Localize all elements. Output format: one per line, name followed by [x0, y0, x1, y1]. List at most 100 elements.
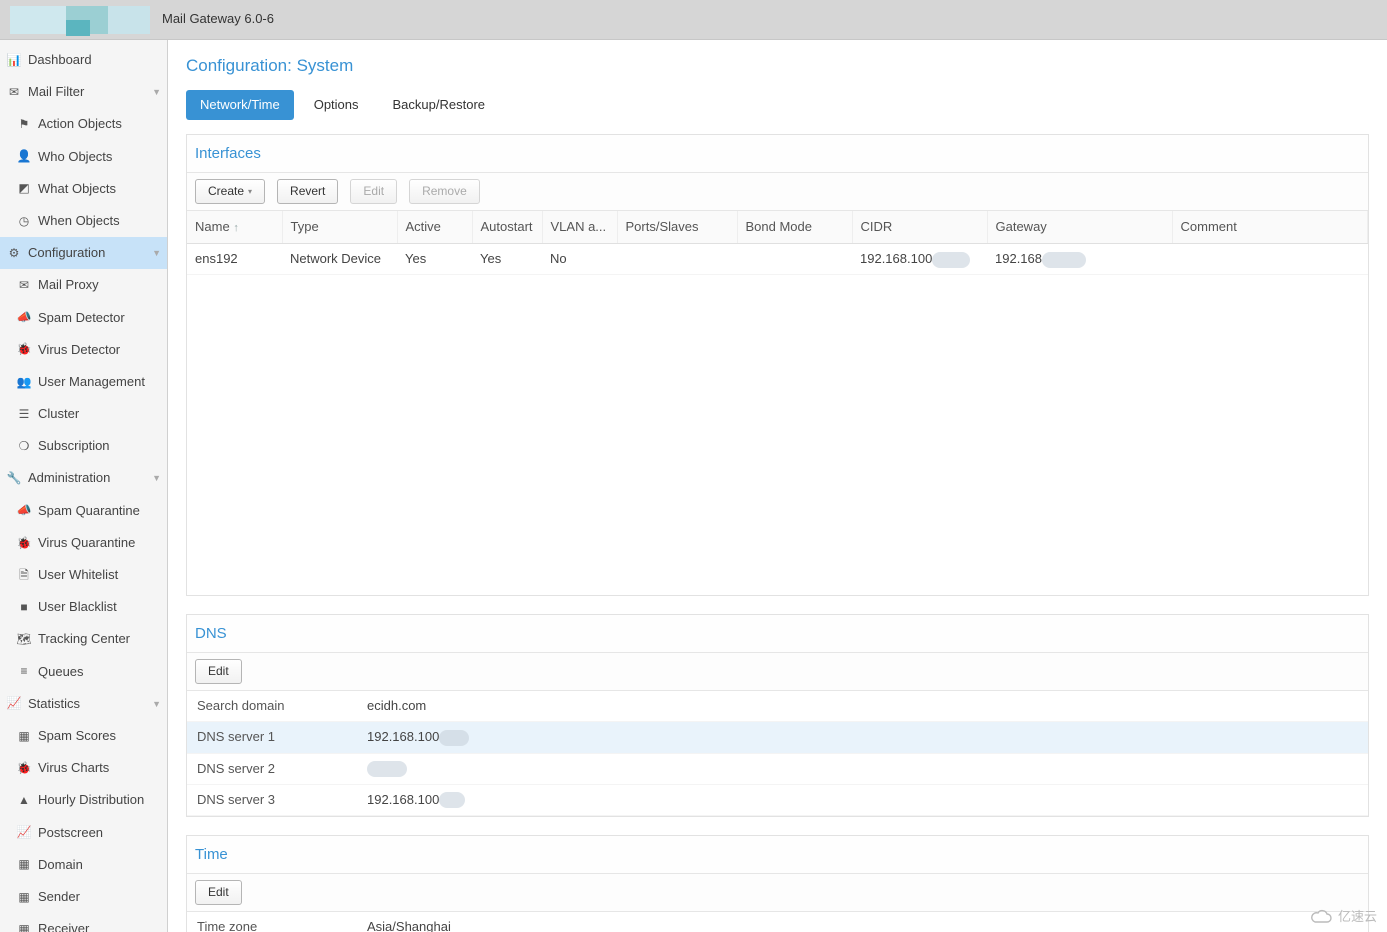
panel-title-time: Time	[187, 835, 1368, 873]
cell-gateway: 192.168	[987, 244, 1172, 275]
chart-icon: 📈	[6, 695, 22, 712]
support-icon: ❍	[16, 438, 32, 455]
panel-title-interfaces: Interfaces	[187, 134, 1368, 172]
col-type[interactable]: Type	[282, 211, 397, 244]
sidebar-item-subscription[interactable]: ❍Subscription	[0, 430, 167, 462]
tab-options[interactable]: Options	[300, 90, 373, 120]
sidebar-item-when-objects[interactable]: ◷When Objects	[0, 205, 167, 237]
tabs: Network/Time Options Backup/Restore	[186, 90, 1369, 120]
dns-row-server2[interactable]: DNS server 2	[187, 753, 1368, 784]
sidebar-item-who-objects[interactable]: 👤Who Objects	[0, 141, 167, 173]
sidebar-item-spam-detector[interactable]: 📣Spam Detector	[0, 302, 167, 334]
create-button[interactable]: Create▾	[195, 179, 265, 204]
col-autostart[interactable]: Autostart	[472, 211, 542, 244]
sidebar-item-domain[interactable]: ▦Domain	[0, 849, 167, 881]
tab-network-time[interactable]: Network/Time	[186, 90, 294, 120]
redacted	[439, 730, 469, 746]
time-toolbar: Edit	[187, 873, 1368, 912]
user-icon: 👤	[16, 148, 32, 165]
dns-table: Search domainecidh.com DNS server 1192.1…	[187, 691, 1368, 816]
gear-icon: ⚙	[6, 245, 22, 262]
table-row[interactable]: ens192 Network Device Yes Yes No 192.168…	[187, 244, 1368, 275]
col-vlan[interactable]: VLAN a...	[542, 211, 617, 244]
cube-icon: ◩	[16, 180, 32, 197]
area-chart-icon: ▲	[16, 792, 32, 809]
sidebar-item-hourly-distribution[interactable]: ▲Hourly Distribution	[0, 784, 167, 816]
redacted	[1042, 252, 1086, 268]
redacted	[439, 792, 465, 808]
sidebar-item-virus-quarantine[interactable]: 🐞Virus Quarantine	[0, 527, 167, 559]
cell-bond	[737, 244, 852, 275]
remove-button[interactable]: Remove	[409, 179, 480, 204]
edit-button[interactable]: Edit	[350, 179, 397, 204]
col-active[interactable]: Active	[397, 211, 472, 244]
dns-row-server1[interactable]: DNS server 1192.168.100	[187, 722, 1368, 753]
sidebar-item-mail-filter[interactable]: ✉ Mail Filter ▼	[0, 76, 167, 108]
sidebar: 📊 Dashboard ✉ Mail Filter ▼ ⚑Action Obje…	[0, 40, 168, 932]
sidebar-item-spam-scores[interactable]: ▦Spam Scores	[0, 720, 167, 752]
panel-time: Time Edit Time zoneAsia/Shanghai Server …	[186, 835, 1369, 932]
sidebar-item-virus-detector[interactable]: 🐞Virus Detector	[0, 334, 167, 366]
sidebar-item-action-objects[interactable]: ⚑Action Objects	[0, 108, 167, 140]
flag-icon: ⚑	[16, 116, 32, 133]
bug-icon: 🐞	[16, 535, 32, 552]
col-gateway[interactable]: Gateway	[987, 211, 1172, 244]
sidebar-item-sender[interactable]: ▦Sender	[0, 881, 167, 913]
interfaces-table: Name ↑ Type Active Autostart VLAN a... P…	[187, 211, 1368, 276]
sidebar-item-cluster[interactable]: ☰Cluster	[0, 398, 167, 430]
interfaces-toolbar: Create▾ Revert Edit Remove	[187, 172, 1368, 211]
cell-type: Network Device	[282, 244, 397, 275]
server-icon: ☰	[16, 406, 32, 423]
sidebar-item-administration[interactable]: 🔧 Administration ▼	[0, 462, 167, 494]
cell-ports	[617, 244, 737, 275]
col-cidr[interactable]: CIDR	[852, 211, 987, 244]
panel-title-dns: DNS	[187, 614, 1368, 652]
sidebar-item-user-blacklist[interactable]: ■User Blacklist	[0, 591, 167, 623]
sidebar-item-dashboard[interactable]: 📊 Dashboard	[0, 44, 167, 76]
sidebar-item-user-whitelist[interactable]: 🗎User Whitelist	[0, 559, 167, 591]
col-ports[interactable]: Ports/Slaves	[617, 211, 737, 244]
users-icon: 👥	[16, 374, 32, 391]
dns-row-search-domain[interactable]: Search domainecidh.com	[187, 691, 1368, 722]
table-icon: ▦	[16, 856, 32, 873]
revert-button[interactable]: Revert	[277, 179, 338, 204]
dns-edit-button[interactable]: Edit	[195, 659, 242, 684]
sidebar-item-queues[interactable]: ≡Queues	[0, 656, 167, 688]
sidebar-item-virus-charts[interactable]: 🐞Virus Charts	[0, 752, 167, 784]
sidebar-item-configuration[interactable]: ⚙ Configuration ▼	[0, 237, 167, 269]
sidebar-item-receiver[interactable]: ▦Receiver	[0, 913, 167, 932]
sidebar-item-mail-proxy[interactable]: ✉Mail Proxy	[0, 269, 167, 301]
col-name[interactable]: Name ↑	[187, 211, 282, 244]
map-icon: 🗺	[16, 631, 32, 648]
table-icon: ▦	[16, 921, 32, 932]
mail-icon: ✉	[6, 84, 22, 101]
wrench-icon: 🔧	[6, 470, 22, 487]
col-comment[interactable]: Comment	[1172, 211, 1368, 244]
file-icon: 🗎	[16, 567, 32, 584]
sidebar-item-tracking-center[interactable]: 🗺Tracking Center	[0, 623, 167, 655]
sidebar-item-user-management[interactable]: 👥User Management	[0, 366, 167, 398]
envelope-icon: ✉	[16, 277, 32, 294]
cell-name: ens192	[187, 244, 282, 275]
sidebar-item-what-objects[interactable]: ◩What Objects	[0, 173, 167, 205]
dns-row-server3[interactable]: DNS server 3192.168.100	[187, 784, 1368, 815]
file-solid-icon: ■	[16, 599, 32, 616]
tab-backup-restore[interactable]: Backup/Restore	[379, 90, 500, 120]
time-row-timezone[interactable]: Time zoneAsia/Shanghai	[187, 912, 1368, 932]
cloud-icon	[1308, 909, 1334, 925]
page-title: Configuration: System	[186, 54, 1369, 78]
col-bond[interactable]: Bond Mode	[737, 211, 852, 244]
cell-cidr: 192.168.100	[852, 244, 987, 275]
table-icon: ▦	[16, 728, 32, 745]
sidebar-item-statistics[interactable]: 📈 Statistics ▼	[0, 688, 167, 720]
sidebar-item-spam-quarantine[interactable]: 📣Spam Quarantine	[0, 495, 167, 527]
cell-vlan: No	[542, 244, 617, 275]
content: Configuration: System Network/Time Optio…	[168, 40, 1387, 932]
app-title: Mail Gateway 6.0-6	[162, 10, 274, 28]
sidebar-item-postscreen[interactable]: 📈Postscreen	[0, 817, 167, 849]
dns-toolbar: Edit	[187, 652, 1368, 691]
line-chart-icon: 📈	[16, 824, 32, 841]
time-edit-button[interactable]: Edit	[195, 880, 242, 905]
clock-icon: ◷	[16, 213, 32, 230]
panel-interfaces: Interfaces Create▾ Revert Edit Remove Na…	[186, 134, 1369, 596]
